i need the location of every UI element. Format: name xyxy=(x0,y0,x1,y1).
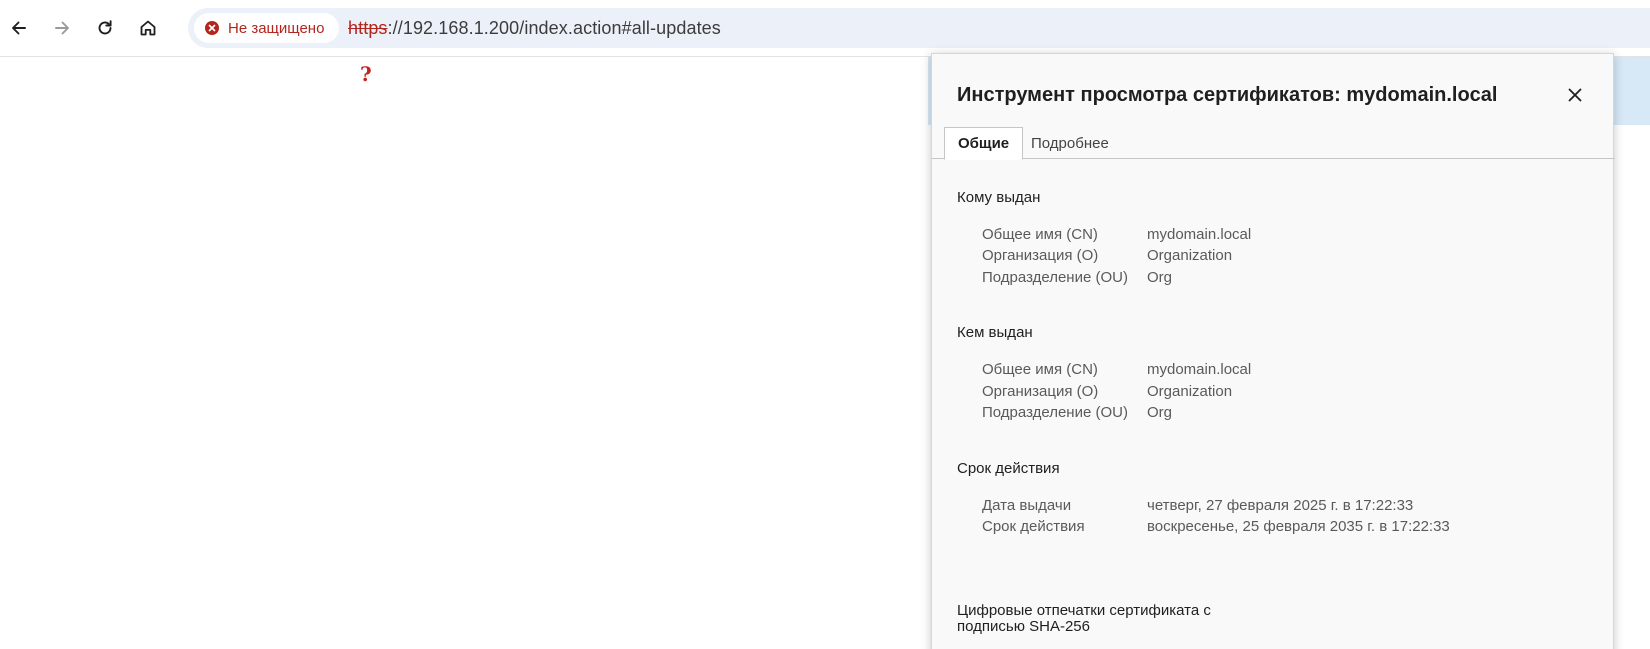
reload-icon xyxy=(98,20,112,35)
field-value: четверг, 27 февраля 2025 г. в 17:22:33 xyxy=(1147,497,1414,514)
forward-button[interactable] xyxy=(45,11,79,45)
tab-bar: Общие Подробнее xyxy=(932,127,1615,160)
fingerprints-heading-line1: Цифровые отпечатки сертификата с xyxy=(957,602,1211,619)
field-label: Подразделение (OU) xyxy=(982,404,1128,421)
field-value: mydomain.local xyxy=(1147,361,1252,378)
field-value: Organization xyxy=(1147,247,1233,264)
fingerprints-heading-line2: подписью SHA-256 xyxy=(957,618,1090,635)
home-icon xyxy=(140,20,156,36)
field-label: Общее имя (CN) xyxy=(982,226,1098,243)
url-path: ://192.168.1.200/index.action#all-update… xyxy=(387,18,721,38)
tab-details[interactable]: Подробнее xyxy=(1018,127,1122,159)
security-label: Не защищено xyxy=(228,19,325,37)
error-circle-icon xyxy=(204,20,220,36)
issued-by-heading: Кем выдан xyxy=(957,324,1033,341)
reload-button[interactable] xyxy=(88,11,122,45)
fingerprints-heading: Цифровые отпечатки сертификата с подпись… xyxy=(957,603,1211,635)
field-label: Организация (O) xyxy=(982,383,1099,400)
address-bar[interactable]: Не защищено https://192.168.1.200/index.… xyxy=(188,8,1650,48)
field-value: воскресенье, 25 февраля 2035 г. в 17:22:… xyxy=(1147,518,1450,535)
field-label: Подразделение (OU) xyxy=(982,269,1128,286)
field-label: Общее имя (CN) xyxy=(982,361,1098,378)
tab-general[interactable]: Общие xyxy=(944,127,1024,160)
browser-window: Не защищено https://192.168.1.200/index.… xyxy=(0,0,1650,649)
security-indicator-button[interactable]: Не защищено xyxy=(194,13,339,43)
field-value: Org xyxy=(1147,404,1173,421)
broken-image-placeholder: ? xyxy=(360,62,372,86)
field-value: Organization xyxy=(1147,383,1233,400)
arrow-left-icon xyxy=(12,21,26,35)
arrow-right-icon xyxy=(55,21,69,35)
url-text[interactable]: https://192.168.1.200/index.action#all-u… xyxy=(348,18,721,39)
back-button[interactable] xyxy=(2,11,36,45)
field-label: Срок действия xyxy=(982,518,1085,535)
field-value: mydomain.local xyxy=(1147,226,1252,243)
close-icon xyxy=(1568,88,1582,102)
close-button[interactable] xyxy=(1562,82,1588,108)
certificate-viewer-dialog: Инструмент просмотра сертификатов: mydom… xyxy=(931,53,1615,649)
field-label: Организация (O) xyxy=(982,247,1099,264)
field-label: Дата выдачи xyxy=(982,497,1072,514)
issued-to-heading: Кому выдан xyxy=(957,189,1041,206)
browser-toolbar: Не защищено https://192.168.1.200/index.… xyxy=(0,0,1650,57)
url-scheme: https xyxy=(348,18,388,38)
field-value: Org xyxy=(1147,269,1173,286)
home-button[interactable] xyxy=(131,11,165,45)
validity-heading: Срок действия xyxy=(957,460,1060,477)
dialog-title: Инструмент просмотра сертификатов: mydom… xyxy=(957,84,1498,106)
